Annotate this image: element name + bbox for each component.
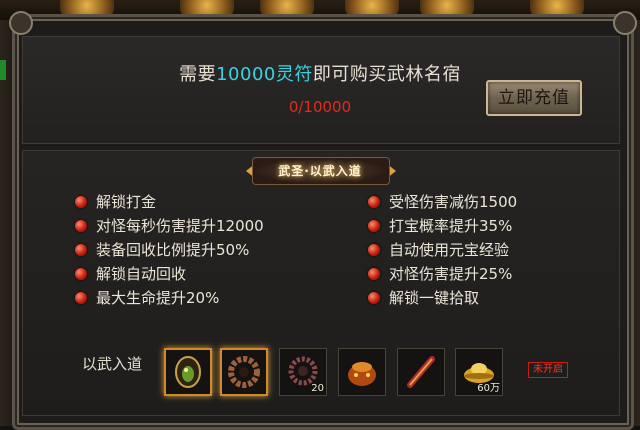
requirement-prefix: 需要 (179, 64, 217, 85)
reward-slot[interactable]: 60万 (455, 348, 503, 396)
panel-title: 武圣·以武入道 (278, 164, 362, 178)
item-quantity: 20 (311, 383, 324, 394)
rewards-label: 以武入道 (82, 355, 143, 373)
reward-slot[interactable] (164, 348, 212, 396)
bullet-icon (368, 244, 380, 256)
shield-gem-icon (175, 356, 201, 388)
bullet-icon (368, 292, 380, 304)
reward-slot[interactable] (220, 348, 268, 396)
bullet-icon (368, 268, 380, 280)
corner-ornament-icon (613, 11, 637, 35)
bead-ring-icon (228, 356, 260, 388)
perk-item: 解锁自动回收 (96, 265, 187, 283)
charge-now-button[interactable]: 立即充值 (486, 80, 582, 116)
reward-slot[interactable]: 20 (279, 348, 327, 396)
bullet-icon (75, 268, 87, 280)
bullet-icon (368, 196, 380, 208)
scroll-icon (407, 356, 435, 388)
perk-item: 受怪伤害减伤1500 (389, 193, 518, 211)
perk-item: 解锁一键拾取 (389, 289, 480, 307)
requirement-amount: 10000灵符 (216, 64, 313, 85)
bullet-icon (75, 220, 87, 232)
perk-item: 对怪每秒伤害提升12000 (96, 217, 264, 235)
reward-slot[interactable] (397, 348, 445, 396)
perk-item: 自动使用元宝经验 (389, 241, 510, 259)
status-badge: 未开启 (528, 362, 568, 378)
perk-item: 对怪伤害提升25% (389, 265, 513, 283)
bullet-icon (75, 244, 87, 256)
bullet-icon (75, 292, 87, 304)
corner-ornament-icon (9, 11, 33, 35)
requirement-suffix: 即可购买武林名宿 (312, 64, 461, 85)
bullet-icon (75, 196, 87, 208)
perk-item: 最大生命提升20% (96, 289, 220, 307)
bullet-icon (368, 220, 380, 232)
reward-slot[interactable] (338, 348, 386, 396)
perk-item: 打宝概率提升35% (389, 217, 513, 235)
perk-item: 装备回收比例提升50% (96, 241, 250, 259)
perk-item: 解锁打金 (96, 193, 157, 211)
item-quantity: 60万 (477, 383, 500, 394)
treasure-pot-icon (348, 362, 376, 386)
